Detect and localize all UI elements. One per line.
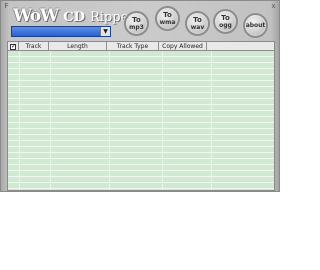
select-all-checkbox-cell[interactable]: ✓ — [8, 42, 19, 51]
to-ogg-button[interactable]: To ogg — [213, 9, 238, 34]
column-header-copy-allowed[interactable]: Copy Allowed — [159, 42, 207, 51]
column-header-track[interactable]: Track — [19, 42, 49, 51]
to-wav-button[interactable]: To wav — [185, 11, 210, 36]
column-header-length[interactable]: Length — [49, 42, 107, 51]
column-divider — [109, 51, 110, 190]
to-wma-label-format: wma — [159, 18, 176, 26]
column-header-track-type[interactable]: Track Type — [107, 42, 159, 51]
track-list[interactable]: ✓ Track Length Track Type Copy Allowed — [7, 41, 275, 191]
select-all-checkbox[interactable]: ✓ — [10, 43, 16, 50]
about-label: about — [245, 22, 266, 29]
about-button[interactable]: about — [243, 13, 268, 38]
to-mp3-label-format: mp3 — [129, 23, 144, 31]
close-icon[interactable]: x — [270, 3, 277, 10]
app-logo: WoW CD Ripper — [13, 6, 134, 26]
column-divider — [50, 51, 51, 190]
to-ogg-label-top: To — [221, 13, 230, 22]
window-menu-icon[interactable]: F — [3, 3, 10, 10]
to-wma-button[interactable]: To wma — [155, 6, 180, 31]
to-mp3-button[interactable]: To mp3 — [124, 11, 149, 36]
track-list-body[interactable] — [8, 51, 274, 190]
column-header-empty — [207, 42, 274, 51]
to-wma-label-top: To — [163, 10, 172, 19]
track-list-header: ✓ Track Length Track Type Copy Allowed — [8, 42, 274, 51]
to-wav-label-top: To — [193, 15, 202, 24]
cd-drive-select[interactable]: ▼ — [11, 26, 111, 37]
logo-wow: WoW — [13, 6, 59, 26]
app-window: F x WoW CD Ripper ▼ To mp3 To wma To wav… — [0, 0, 280, 192]
to-mp3-label-top: To — [132, 15, 141, 24]
to-ogg-label-format: ogg — [219, 21, 232, 29]
chevron-down-icon[interactable]: ▼ — [100, 27, 110, 36]
logo-cd: CD — [63, 10, 85, 25]
track-list-grid — [8, 51, 274, 190]
to-wav-label-format: wav — [190, 23, 205, 31]
column-divider — [211, 51, 212, 190]
column-divider — [162, 51, 163, 190]
column-divider — [19, 51, 20, 190]
